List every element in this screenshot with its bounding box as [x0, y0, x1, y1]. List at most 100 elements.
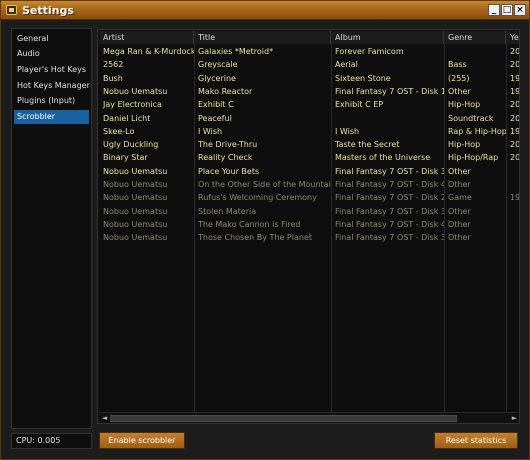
scroll-left-icon[interactable]: ◄ [100, 414, 109, 423]
cell-genre: Other [448, 233, 471, 243]
cell-genre: Game [448, 193, 472, 203]
cell-genre: Soundtrack [448, 113, 494, 123]
horizontal-scrollbar[interactable]: ◄ ► [99, 412, 519, 423]
cell-artist: Binary Star [103, 153, 148, 163]
cell-year: 19 [510, 73, 520, 83]
table-row[interactable]: Nobuo Uematsu Place Your Bets Final Fantas… [98, 165, 519, 178]
cell-genre: Other [448, 219, 471, 229]
reset-statistics-button[interactable]: Reset statistics [434, 432, 518, 449]
cell-artist: 2562 [103, 60, 124, 70]
cell-album: Final Fantasy 7 OST - Disk 3 [335, 166, 444, 176]
sidebar-item-scrobbler[interactable]: Scrobbler [14, 110, 89, 124]
scrollbar-thumb[interactable] [110, 415, 457, 422]
cell-artist: Nobuo Uematsu [103, 206, 168, 216]
cell-artist: Jay Electronica [103, 100, 162, 110]
cell-year: 20 [510, 113, 520, 123]
cell-genre: Hip-Hop/Rap [448, 153, 499, 163]
cell-artist: Nobuo Uematsu [103, 219, 168, 229]
cell-genre [444, 45, 506, 58]
sidebar-item-plugins-input[interactable]: Plugins (Input) [14, 94, 89, 108]
sidebar-item-audio[interactable]: Audio [14, 47, 89, 61]
cpu-usage-label: CPU: 0.005 [11, 433, 92, 449]
cell-artist: Nobuo Uematsu [103, 166, 168, 176]
column-header-genre[interactable]: Genre [444, 31, 506, 44]
enable-scrobbler-button[interactable]: Enable scrobbler [99, 432, 185, 449]
cell-album: Final Fantasy 7 OST - Disk 2 [335, 193, 444, 203]
cell-title: Galaxies *Metroid* [198, 47, 274, 56]
sidebar-item-players-hot-keys[interactable]: Player's Hot Keys [14, 63, 89, 77]
cell-title: Glycerine [198, 73, 236, 83]
cell-year: 20 [510, 100, 520, 110]
table-row[interactable]: Mega Ran & K-Murdock Galaxies *Metroid* Fo… [98, 45, 519, 58]
cell-album: Final Fantasy 7 OST - Disk 1 [335, 86, 444, 96]
cell-genre: (255) [448, 73, 470, 83]
cell-genre: Hip-Hop [448, 140, 481, 150]
maximize-button[interactable]: □ [501, 4, 513, 16]
cell-album: Sixteen Stone [335, 73, 391, 83]
cell-title: Reality Check [198, 153, 253, 163]
sidebar-item-general[interactable]: General [14, 32, 89, 46]
cell-genre: Other [448, 206, 471, 216]
table-row[interactable]: Nobuo Uematsu Stolen Materia Final Fantasy… [98, 205, 519, 218]
cell-album: Final Fantasy 7 OST - Disk 3 [335, 206, 444, 216]
cell-title: Mako Reactor [198, 86, 253, 96]
cell-title: Rufus's Welcoming Ceremony [198, 193, 317, 203]
table-row[interactable]: Daniel Licht Peaceful Soundtrack 20 [98, 112, 519, 125]
cell-artist: Mega Ran & K-Murdock [103, 47, 194, 56]
cell-year: 20 [510, 140, 520, 150]
cell-title: Place Your Bets [198, 166, 260, 176]
cell-title: On the Other Side of the Mountain [198, 180, 331, 189]
close-button[interactable]: × [514, 4, 526, 16]
cell-genre: Other [448, 166, 471, 176]
table-row[interactable]: Nobuo Uematsu On the Other Side of the Mo… [98, 178, 519, 191]
column-header-artist[interactable]: Artist [99, 31, 194, 44]
cell-year [506, 205, 519, 218]
cell-title: The Drive-Thru [198, 140, 258, 150]
cell-year: 19 [510, 193, 520, 203]
cell-year [506, 178, 519, 191]
table-row[interactable]: Bush Glycerine Sixteen Stone (255) 19 [98, 72, 519, 85]
table-row[interactable]: Skee-Lo I Wish I Wish Rap & Hip-Hop 19 [98, 125, 519, 138]
scroll-right-icon[interactable]: ► [510, 414, 519, 423]
cell-genre: Other [448, 86, 471, 96]
cell-year: 20 [510, 47, 520, 56]
table-row[interactable]: Nobuo Uematsu Those Chosen By The Planet F… [98, 231, 519, 244]
table-row[interactable]: Binary Star Reality Check Masters of the U… [98, 151, 519, 164]
cell-year [506, 231, 519, 244]
column-header-year[interactable]: Ye [506, 31, 519, 44]
scrobble-list[interactable]: Artist Title Album Genre Ye Mega Ran & K… [97, 29, 520, 424]
table-row[interactable]: 2562 Greyscale Aerial Bass 20 [98, 58, 519, 71]
cell-year: 20 [510, 60, 520, 70]
settings-window: Settings _ □ × General Audio Player's Ho… [0, 0, 530, 460]
settings-sidebar: General Audio Player's Hot Keys Hot Keys… [11, 28, 92, 429]
cell-year [506, 218, 519, 231]
table-row[interactable]: Jay Electronica Exhibit C Exhibit C EP Hip-… [98, 98, 519, 111]
cell-album: Final Fantasy 7 OST - Disk 3 [335, 233, 444, 243]
minimize-button[interactable]: _ [488, 4, 500, 16]
cell-album: Exhibit C EP [335, 100, 384, 110]
column-header-album[interactable]: Album [331, 31, 444, 44]
table-row[interactable]: Nobuo Uematsu Rufus's Welcoming Ceremony F… [98, 191, 519, 204]
title-bar[interactable]: Settings _ □ × [1, 1, 529, 20]
window-title: Settings [22, 4, 74, 17]
cell-title: Those Chosen By The Planet [198, 233, 313, 243]
cell-artist: Daniel Licht [103, 113, 151, 123]
cell-artist: Skee-Lo [103, 126, 135, 136]
table-row[interactable]: Ugly Duckling The Drive-Thru Taste the Sec… [98, 138, 519, 151]
cell-genre: Bass [448, 60, 467, 70]
cell-album [331, 112, 444, 125]
cell-album: Aerial [335, 60, 358, 70]
cell-artist: Ugly Duckling [103, 140, 159, 150]
cell-album: Taste the Secret [335, 140, 400, 150]
table-row[interactable]: Nobuo Uematsu The Mako Cannon is Fired Fin… [98, 218, 519, 231]
cell-title: Peaceful [198, 113, 232, 123]
sidebar-item-hot-keys-manager[interactable]: Hot Keys Manager [14, 79, 90, 93]
table-row[interactable]: Nobuo Uematsu Mako Reactor Final Fantasy 7… [98, 85, 519, 98]
cell-year: 19 [510, 86, 520, 96]
app-icon [6, 5, 17, 15]
cell-album: Forever Famicom [335, 47, 404, 56]
column-header-title[interactable]: Title [194, 31, 331, 44]
cell-title: I Wish [198, 126, 223, 136]
cell-album: I Wish [335, 126, 360, 136]
cell-title: The Mako Cannon is Fired [198, 219, 301, 229]
